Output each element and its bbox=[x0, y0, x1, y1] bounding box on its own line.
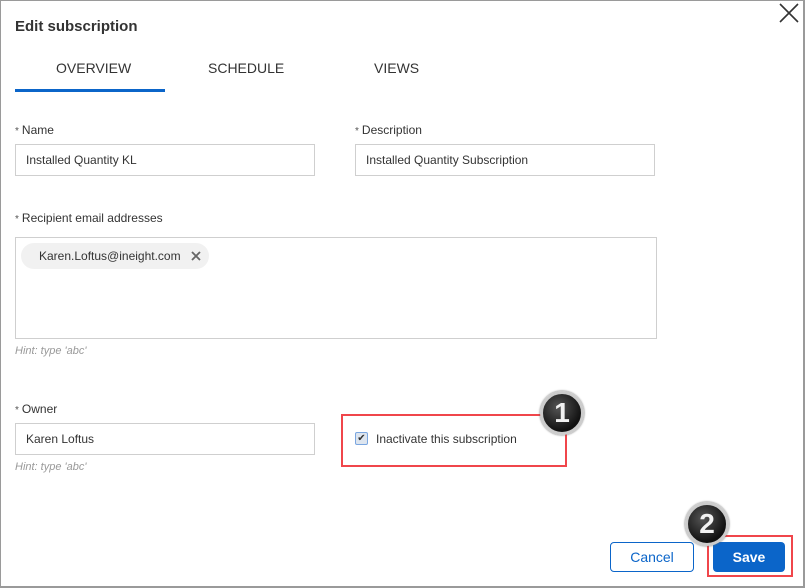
callout-badge-1: 1 bbox=[540, 391, 584, 435]
dialog-title: Edit subscription bbox=[15, 18, 138, 35]
tab-schedule[interactable]: SCHEDULE bbox=[208, 60, 284, 76]
remove-chip-icon[interactable] bbox=[190, 251, 201, 261]
cancel-button[interactable]: Cancel bbox=[610, 542, 694, 572]
owner-label: * Owner bbox=[15, 402, 58, 416]
tab-overview[interactable]: OVERVIEW bbox=[56, 60, 131, 76]
close-icon[interactable] bbox=[778, 2, 800, 24]
description-input[interactable]: Installed Quantity Subscription bbox=[355, 144, 655, 176]
recipients-hint: Hint: type 'abc' bbox=[15, 345, 87, 357]
inactivate-checkbox[interactable]: ✔ bbox=[355, 432, 368, 445]
recipients-label: * Recipient email addresses bbox=[15, 211, 163, 225]
recipient-chip: Karen.Loftus@ineight.com bbox=[21, 243, 209, 269]
tab-views[interactable]: VIEWS bbox=[374, 60, 419, 76]
inactivate-label: Inactivate this subscription bbox=[376, 432, 517, 446]
save-button[interactable]: Save bbox=[713, 542, 785, 572]
owner-input[interactable]: Karen Loftus bbox=[15, 423, 315, 455]
name-label: * Name bbox=[15, 123, 54, 137]
description-label: * Description bbox=[355, 123, 422, 137]
active-tab-indicator bbox=[15, 89, 165, 92]
name-input[interactable]: Installed Quantity KL bbox=[15, 144, 315, 176]
owner-hint: Hint: type 'abc' bbox=[15, 461, 87, 473]
callout-badge-2: 2 bbox=[685, 502, 729, 546]
recipient-chip-label: Karen.Loftus@ineight.com bbox=[39, 249, 181, 263]
